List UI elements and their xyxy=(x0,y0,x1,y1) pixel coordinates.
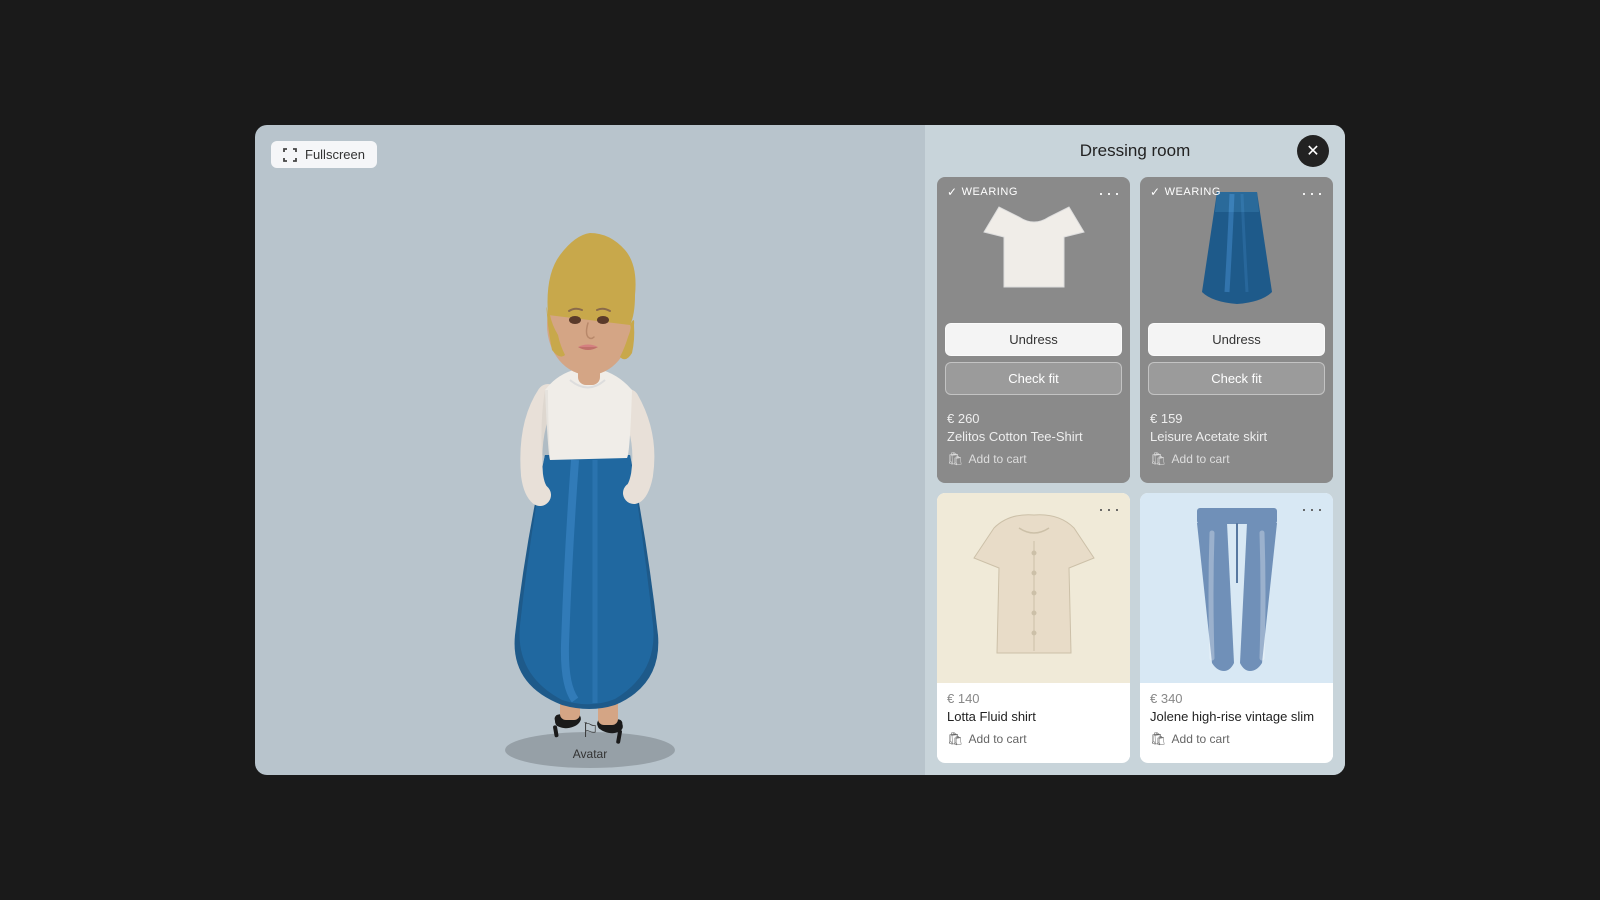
item-name-tshirt: Zelitos Cotton Tee-Shirt xyxy=(947,429,1120,446)
item-card-top-fluid-shirt: ··· xyxy=(937,493,1130,683)
item-card-fluid-shirt: ··· xyxy=(937,493,1130,763)
fullscreen-icon xyxy=(283,148,297,162)
avatar-person-icon: ⚐ xyxy=(581,718,599,743)
item-price-skirt: € 159 xyxy=(1150,411,1323,426)
avatar-figure xyxy=(420,195,760,775)
wearing-badge-skirt: ✓ WEARING xyxy=(1150,185,1221,199)
cart-icon-tshirt: 🛍 xyxy=(947,451,964,467)
item-info-tshirt: € 260 Zelitos Cotton Tee-Shirt 🛍 Add to … xyxy=(937,403,1130,477)
items-grid: ✓ WEARING ··· Undress Check fit xyxy=(925,177,1345,775)
fluid-shirt-svg xyxy=(969,503,1099,673)
close-icon: ✕ xyxy=(1306,141,1319,161)
item-price-fluid-shirt: € 140 xyxy=(947,691,1120,706)
item-card-top-tshirt: ✓ WEARING ··· xyxy=(937,177,1130,317)
wearing-badge-tshirt: ✓ WEARING xyxy=(947,185,1018,199)
dressing-room-title: Dressing room xyxy=(1080,141,1191,161)
cart-icon-skirt: 🛍 xyxy=(1150,451,1167,467)
item-menu-button-jeans[interactable]: ··· xyxy=(1301,499,1325,520)
close-button[interactable]: ✕ xyxy=(1297,135,1329,167)
dressing-room-header: Dressing room ✕ xyxy=(925,125,1345,177)
fullscreen-label: Fullscreen xyxy=(305,147,365,162)
item-info-jeans: € 340 Jolene high-rise vintage slim 🛍 Ad… xyxy=(1140,683,1333,757)
undress-button-tshirt[interactable]: Undress xyxy=(945,323,1122,356)
item-price-jeans: € 340 xyxy=(1150,691,1323,706)
skirt-svg xyxy=(1187,182,1287,312)
item-card-tshirt: ✓ WEARING ··· Undress Check fit xyxy=(937,177,1130,483)
item-menu-button-fluid-shirt[interactable]: ··· xyxy=(1098,499,1122,520)
card-actions-tshirt: Undress Check fit xyxy=(937,317,1130,403)
item-card-skirt: ✓ WEARING ··· Undres xyxy=(1140,177,1333,483)
undress-button-skirt[interactable]: Undress xyxy=(1148,323,1325,356)
add-to-cart-label-jeans: Add to cart xyxy=(1172,732,1230,746)
add-to-cart-label-tshirt: Add to cart xyxy=(969,452,1027,466)
add-to-cart-button-fluid-shirt[interactable]: 🛍 Add to cart xyxy=(947,731,1027,747)
check-fit-button-skirt[interactable]: Check fit xyxy=(1148,362,1325,395)
add-to-cart-button-tshirt[interactable]: 🛍 Add to cart xyxy=(947,451,1027,467)
jeans-svg xyxy=(1182,503,1292,673)
avatar-svg xyxy=(420,195,760,775)
item-name-fluid-shirt: Lotta Fluid shirt xyxy=(947,709,1120,726)
avatar-label-container: ⚐ Avatar xyxy=(573,718,607,761)
add-to-cart-button-skirt[interactable]: 🛍 Add to cart xyxy=(1150,451,1230,467)
item-name-jeans: Jolene high-rise vintage slim xyxy=(1150,709,1323,726)
item-card-top-skirt: ✓ WEARING ··· xyxy=(1140,177,1333,317)
wearing-check-icon: ✓ xyxy=(947,185,958,199)
item-card-top-jeans: ··· xyxy=(1140,493,1333,683)
jeans-image xyxy=(1140,493,1333,683)
fluid-shirt-image xyxy=(937,493,1130,683)
dressing-room-modal: Fullscreen xyxy=(255,125,1345,775)
item-info-fluid-shirt: € 140 Lotta Fluid shirt 🛍 Add to cart xyxy=(937,683,1130,757)
cart-icon-jeans: 🛍 xyxy=(1150,731,1167,747)
cart-icon-fluid-shirt: 🛍 xyxy=(947,731,964,747)
card-actions-skirt: Undress Check fit xyxy=(1140,317,1333,403)
item-name-skirt: Leisure Acetate skirt xyxy=(1150,429,1323,446)
add-to-cart-label-skirt: Add to cart xyxy=(1172,452,1230,466)
fullscreen-button[interactable]: Fullscreen xyxy=(271,141,377,168)
item-card-jeans: ··· xyxy=(1140,493,1333,763)
wearing-check-icon-skirt: ✓ xyxy=(1150,185,1161,199)
check-fit-button-tshirt[interactable]: Check fit xyxy=(945,362,1122,395)
tshirt-svg xyxy=(979,187,1089,307)
right-panel: Dressing room ✕ ✓ WEARING ··· xyxy=(925,125,1345,775)
wearing-label-skirt: WEARING xyxy=(1165,186,1221,198)
add-to-cart-label-fluid-shirt: Add to cart xyxy=(969,732,1027,746)
item-price-tshirt: € 260 xyxy=(947,411,1120,426)
add-to-cart-button-jeans[interactable]: 🛍 Add to cart xyxy=(1150,731,1230,747)
item-menu-button-skirt[interactable]: ··· xyxy=(1301,183,1325,204)
avatar-panel: Fullscreen xyxy=(255,125,925,775)
wearing-label-tshirt: WEARING xyxy=(962,186,1018,198)
item-info-skirt: € 159 Leisure Acetate skirt 🛍 Add to car… xyxy=(1140,403,1333,477)
item-menu-button-tshirt[interactable]: ··· xyxy=(1098,183,1122,204)
avatar-text: Avatar xyxy=(573,747,607,761)
